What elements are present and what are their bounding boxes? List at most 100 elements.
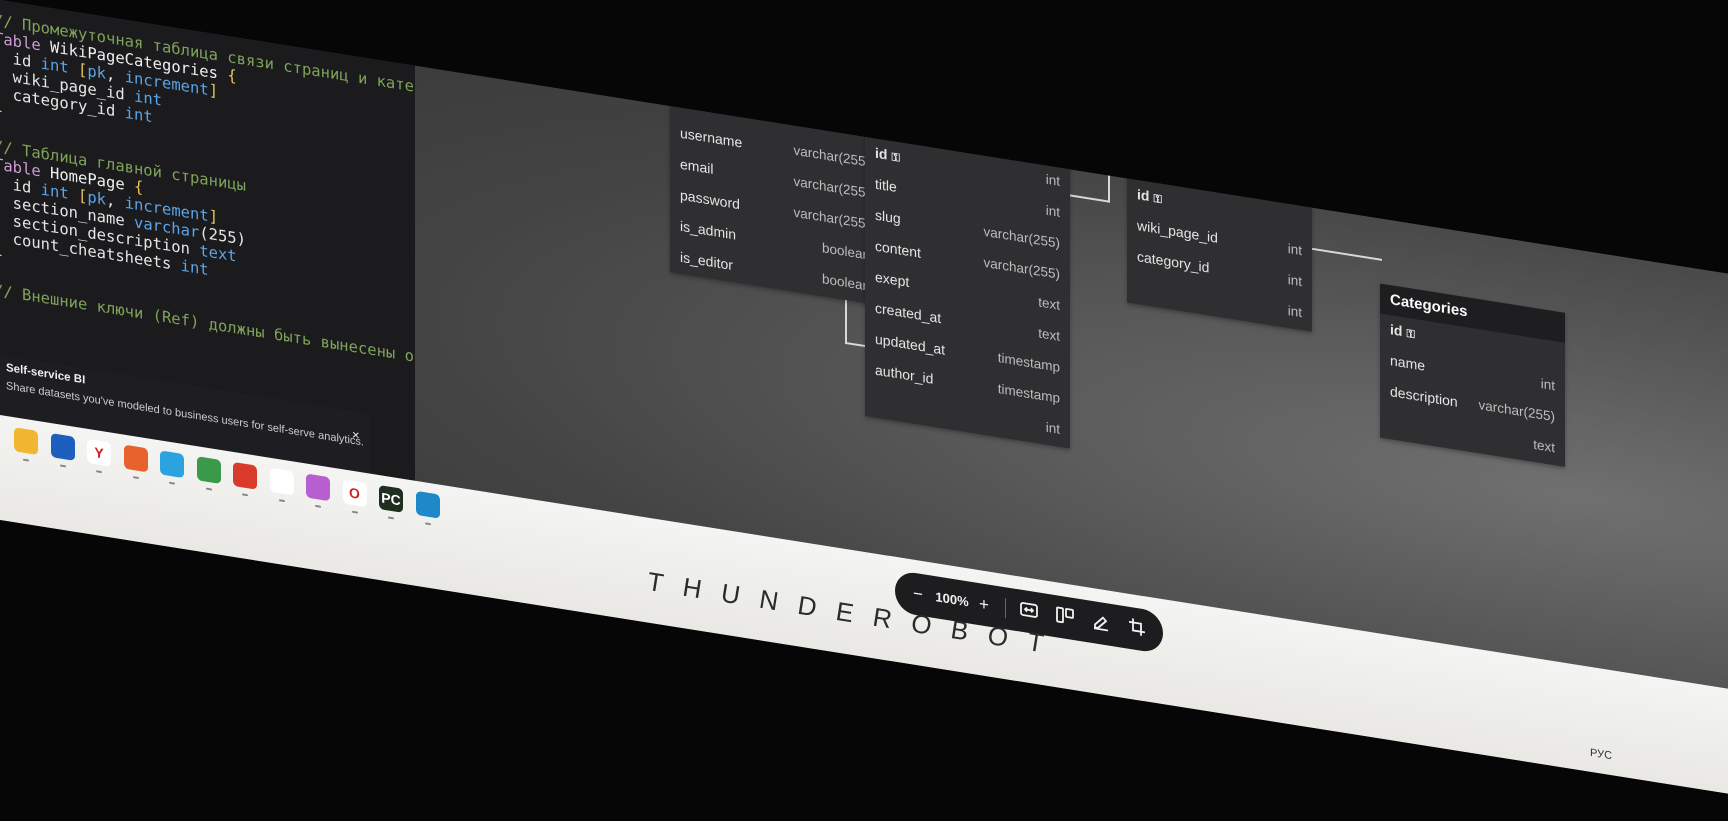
office-icon[interactable] [233,461,257,490]
code-token: } [0,101,4,121]
language-indicator[interactable]: РУС [1590,747,1612,762]
key-icon: ⚿ [1406,327,1415,342]
store-icon[interactable] [50,432,75,461]
monitor-screen: // Промежуточная таблица связи страниц и… [0,0,1728,821]
code-line: // Внешние ключи (Ref) должны быть вынес… [0,281,479,376]
relation-line [1108,155,1110,203]
table-title: Users [670,56,880,120]
code-token: ] [208,207,219,227]
relation-line [845,341,865,348]
running-indicator [315,504,321,508]
field-type: int [855,121,870,139]
highlight-icon[interactable] [1089,609,1113,637]
firefox-icon[interactable] [123,444,148,473]
field-name: wiki_page_id [1137,217,1218,246]
field-type: int [1540,376,1555,394]
field-name: is_admin [680,217,737,243]
field-type: text [1038,325,1060,344]
field-name: content [875,237,921,261]
field-type: text [1038,294,1060,313]
field-type: varchar(255) [793,173,870,201]
field-type: int [1045,202,1060,220]
field-type: timestamp [997,350,1060,375]
code-token: { [227,66,237,86]
layout-icon[interactable] [1053,604,1077,632]
field-type: int [1045,171,1060,189]
field-name: category_id [1137,248,1210,276]
code-line: } [0,245,3,264]
field-name: email [680,155,714,178]
running-indicator [424,522,431,526]
running-indicator [169,481,175,485]
field-name: created_at [875,299,942,327]
table-wikipagecategories[interactable]: WikiPageCategories id ⚿ wiki_page_id int cate… [1127,148,1312,332]
key-icon: ⚿ [696,100,705,114]
code-token: { [134,177,144,197]
zoom-in-button[interactable]: + [975,591,993,618]
field-type: int [1287,302,1302,321]
field-type: varchar(255) [1478,397,1555,425]
field-name: is_editor [680,248,733,274]
zoom-out-button[interactable]: − [909,581,927,608]
code-token: [ [78,186,88,206]
table-users[interactable]: Users id ⚿ int username varchar(255) email varc… [670,56,880,306]
relation-line [1310,247,1382,261]
telegram-icon[interactable] [160,450,184,479]
field-type: boolean [821,271,870,294]
code-token: [ [78,60,88,80]
field-name: id ⚿ [680,93,705,114]
running-indicator [278,499,285,503]
field-name: username [680,124,743,151]
field-type: int [1287,271,1302,290]
field-name: description [1390,383,1458,410]
running-indicator [59,464,66,468]
code-token: int [124,103,153,127]
key-icon: ⚿ [891,151,900,165]
running-indicator [205,487,212,491]
field-name: id ⚿ [875,144,900,165]
running-indicator [351,510,358,514]
chrome-icon[interactable] [196,456,221,484]
field-name: id ⚿ [1390,321,1415,342]
relation-line [1065,193,1110,203]
field-type: varchar(255) [983,223,1060,251]
key-icon: ⚿ [1153,192,1162,207]
code-token: int [180,256,209,280]
running-indicator [242,493,248,497]
running-indicator [23,458,29,462]
field-type: boolean [821,240,870,263]
field-name: name [1390,352,1426,374]
edge-icon[interactable] [415,490,440,519]
field-name: title [875,175,897,196]
code-token: } [0,245,4,265]
field-type: int [1045,419,1060,437]
field-name: exept [875,268,910,291]
code-token: ] [208,81,219,101]
copilot-icon[interactable] [306,473,330,502]
code-line: } [0,101,3,120]
field-type: text [1533,436,1555,456]
running-indicator [96,470,102,474]
table-wikipages[interactable]: WikiPages id ⚿ int title int slug varchar(255) c… [865,107,1070,449]
running-indicator [388,516,394,520]
code-token: // Внешние ключи (Ref) должны быть вынес… [0,281,480,376]
yandex-browser-icon[interactable]: Y [87,438,111,467]
crop-icon[interactable] [1125,615,1149,643]
file-explorer-icon[interactable] [14,427,38,456]
field-type: varchar(255) [983,254,1060,282]
slack-icon[interactable] [269,467,294,496]
toolbar-divider [1005,598,1006,619]
field-type: varchar(255) [793,142,870,170]
fit-view-icon[interactable] [1017,598,1041,626]
field-name: id ⚿ [1137,186,1162,207]
field-name: password [680,186,740,213]
opera-icon[interactable]: O [342,479,367,508]
table-categories[interactable]: Categories id ⚿ name int description varchar(2… [1380,283,1565,467]
pycharm-icon[interactable]: PC [379,485,403,513]
zoom-level: 100% [935,589,969,610]
close-icon[interactable]: × [352,427,360,443]
field-type: timestamp [997,381,1060,406]
field-name: updated_at [875,330,946,358]
field-name: slug [875,206,901,227]
field-name: author_id [875,361,934,387]
